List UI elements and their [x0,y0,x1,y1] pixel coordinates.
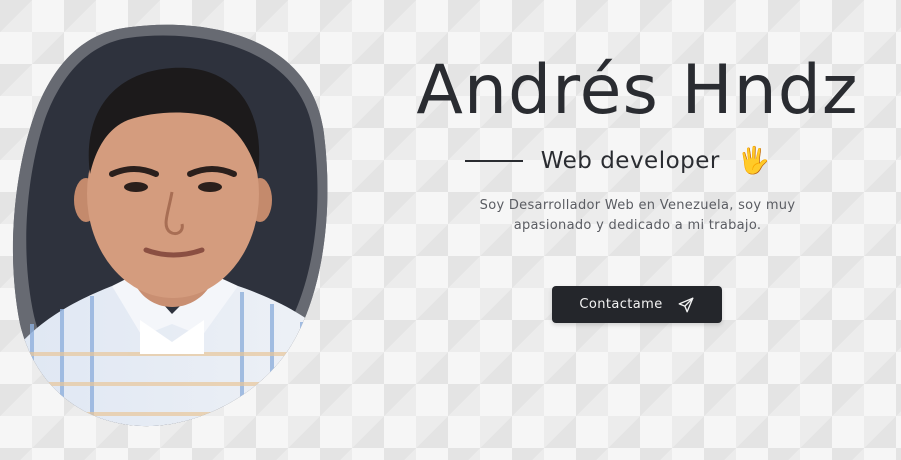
profile-photo [12,24,330,428]
profile-blob-graphic [12,24,328,427]
profile-description: Soy Desarrollador Web en Venezuela, soy … [479,198,796,233]
profile-name: Andrés Hndz [416,51,859,130]
hero-section: Andrés Hndz Web developer 🖐 Soy Desarrol… [0,0,901,460]
intro-block: Andrés Hndz Web developer 🖐 Soy Desarrol… [385,50,890,236]
contact-button[interactable]: Contactame [552,286,722,323]
waving-hand-icon: 🖐 [737,146,771,176]
role-title: Web developer [540,148,720,174]
role-divider [464,160,523,162]
contact-button-label: Contactame [579,297,663,312]
role-row: Web developer 🖐 [345,148,890,174]
send-icon [677,296,695,314]
